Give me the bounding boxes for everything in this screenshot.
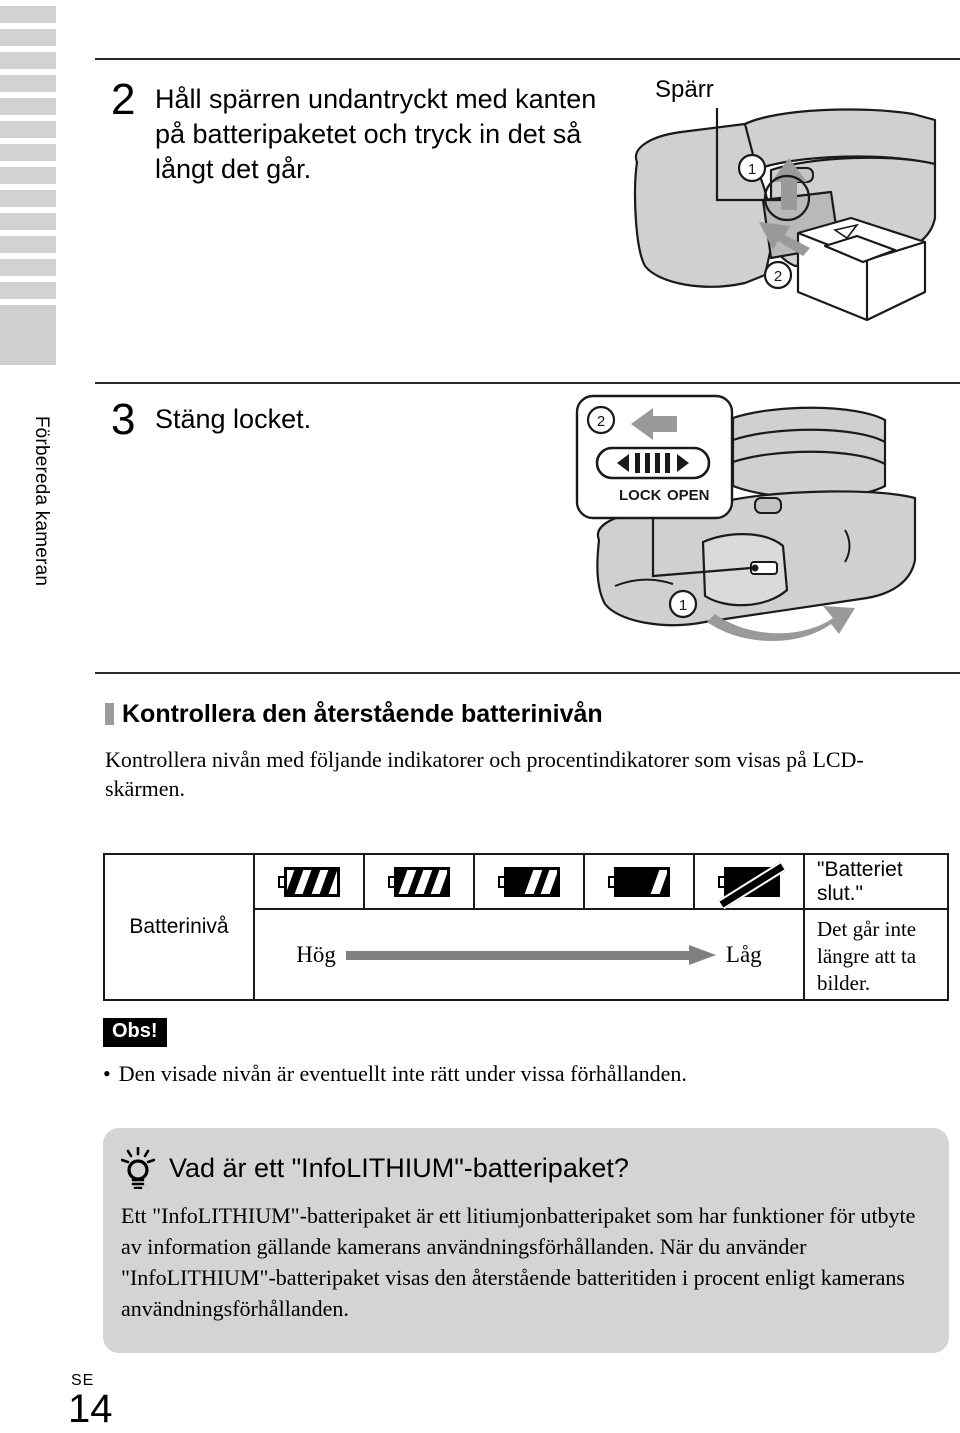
- tab-marker: [0, 75, 56, 92]
- tab-marker: [0, 213, 56, 230]
- battery-low-icon: [608, 866, 670, 897]
- battery-icon-row: "Batteriet slut.": [255, 855, 949, 910]
- note-badge: Obs!: [103, 1018, 167, 1047]
- gauge-arrow-icon: [345, 944, 716, 965]
- chapter-tab-strip: Förbereda kameran: [0, 0, 62, 1433]
- tip-box: Vad är ett "InfoLITHIUM"-batteripaket? E…: [103, 1128, 949, 1353]
- gauge-low-label: Låg: [725, 941, 762, 967]
- battery-half-icon-cell: [475, 855, 585, 908]
- tip-title: Vad är ett "InfoLITHIUM"-batteripaket?: [169, 1152, 629, 1183]
- tab-marker: [0, 29, 56, 46]
- tip-header: Vad är ett "InfoLITHIUM"-batteripaket?: [120, 1142, 927, 1194]
- tab-marker: [0, 259, 56, 276]
- step-2: 2 Håll spärren undantryckt med kanten på…: [95, 75, 960, 368]
- divider-bottom: [95, 672, 960, 674]
- section-heading-text: Kontrollera den återstående batterinivån: [122, 700, 603, 728]
- battery-full-icon-cell: [255, 855, 365, 908]
- svg-text:1: 1: [679, 597, 687, 614]
- camera-close-cover-illustration: 1 2 LOCK OPEN: [575, 394, 917, 641]
- tab-marker: [0, 190, 56, 207]
- battery-depleted-description: Det går inte längre att ta bilder.: [817, 917, 917, 995]
- lightbulb-icon: [120, 1146, 156, 1190]
- battery-full-icon: [278, 866, 340, 897]
- note-item-text: Den visade nivån är eventuellt inte rätt…: [118, 1061, 687, 1086]
- battery-three-quarter-icon: [388, 866, 450, 897]
- step-3-diagram: 1 2 LOCK OPEN: [555, 390, 955, 655]
- section-intro-text: Kontrollera nivån med följande indikator…: [105, 747, 864, 801]
- camera-battery-insert-illustration: 1 2: [634, 108, 937, 322]
- battery-empty-crossed-icon-cell: [695, 855, 805, 909]
- tab-marker: [0, 52, 56, 69]
- step-3-number: 3: [111, 395, 136, 444]
- heading-square-bullet-icon: [105, 703, 114, 725]
- tab-marker: [0, 167, 56, 184]
- svg-text:1: 1: [748, 161, 756, 178]
- note-bullet-icon: •: [103, 1061, 111, 1086]
- battery-half-icon: [498, 866, 560, 897]
- tab-marker: [0, 282, 56, 299]
- tab-marker: [0, 144, 56, 161]
- tab-marker: [0, 236, 56, 253]
- switch-open-label: OPEN: [667, 487, 710, 504]
- tip-body: Ett "InfoLITHIUM"-batteripaket är ett li…: [121, 1203, 916, 1321]
- section-heading: Kontrollera den återstående batterinivån: [105, 700, 925, 729]
- battery-gauge-cell: Hög Låg: [255, 910, 805, 999]
- tab-marker: [0, 6, 56, 23]
- svg-text:2: 2: [774, 268, 782, 285]
- footer-page-number: 14: [68, 1387, 113, 1431]
- battery-three-quarter-icon-cell: [365, 855, 475, 908]
- tab-marker-active: [0, 305, 56, 365]
- divider-top: [95, 58, 960, 60]
- battery-empty-crossed-icon: [718, 861, 786, 909]
- battery-low-icon-cell: [585, 855, 695, 908]
- switch-lock-label: LOCK: [619, 487, 662, 504]
- battery-level-table: Batterinivå "Batteriet slut." Hög Låg De…: [103, 853, 949, 1001]
- battery-depleted-status: "Batteriet slut.": [817, 857, 903, 905]
- tab-marker: [0, 121, 56, 138]
- battery-level-row-label: Batterinivå: [105, 855, 255, 999]
- gauge-high-label: Hög: [296, 941, 336, 967]
- step-2-number: 2: [111, 75, 136, 124]
- page-content: 2 Håll spärren undantryckt med kanten på…: [95, 0, 960, 1433]
- chapter-tab-label: Förbereda kameran: [31, 415, 52, 587]
- tab-marker: [0, 98, 56, 115]
- page-footer: SE 14: [68, 1372, 113, 1431]
- step-2-text: Håll spärren undantryckt med kanten på b…: [155, 84, 597, 184]
- step-2-diagram: 1 2 Spärr: [595, 70, 955, 360]
- battery-gauge-row: Hög Låg Det går inte längre att ta bilde…: [255, 910, 949, 999]
- note-item: • Den visade nivån är eventuellt inte rät…: [103, 1060, 923, 1088]
- latch-callout-label: Spärr: [655, 76, 714, 103]
- divider-middle: [95, 382, 960, 384]
- svg-text:2: 2: [597, 413, 605, 430]
- step-3: 3 Stäng locket. 1 2 LOCK OPEN: [95, 394, 960, 668]
